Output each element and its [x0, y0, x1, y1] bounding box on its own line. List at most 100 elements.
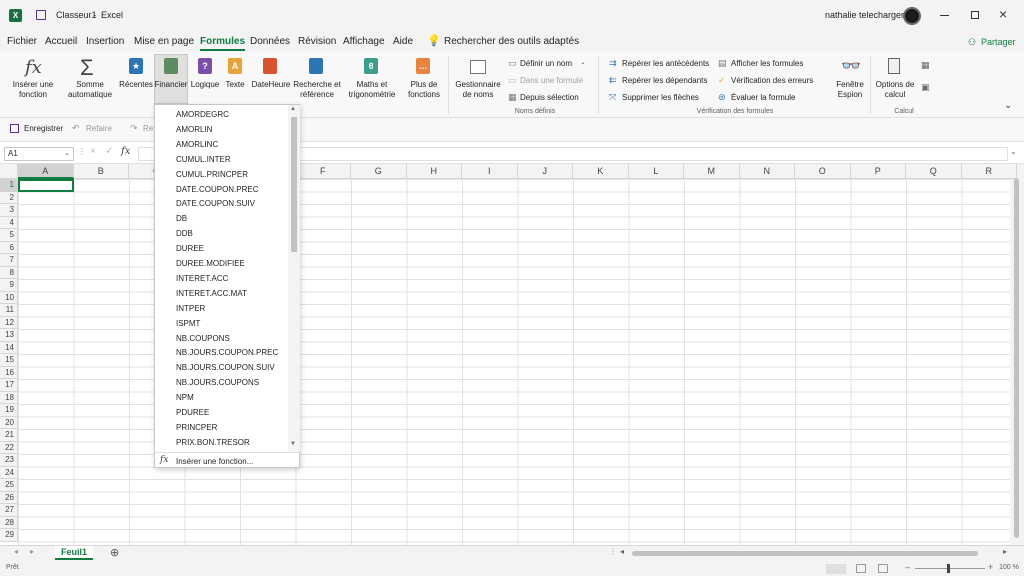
create-from-selection-button[interactable]: Depuis sélection — [520, 93, 579, 102]
insert-function-item[interactable]: Insérer une fonction... — [176, 457, 253, 466]
row-header-3[interactable]: 3 — [0, 204, 18, 217]
column-header-f[interactable]: F — [295, 164, 351, 179]
vertical-scrollbar-thumb[interactable] — [1014, 178, 1019, 538]
row-header-2[interactable]: 2 — [0, 191, 18, 204]
financial-button[interactable]: Financier — [154, 80, 188, 90]
define-name-button[interactable]: Définir un nom — [520, 59, 572, 68]
function-item[interactable]: CUMUL.INTER — [176, 155, 231, 164]
row-header-18[interactable]: 18 — [0, 391, 18, 404]
column-header-n[interactable]: N — [739, 164, 795, 179]
row-header-10[interactable]: 10 — [0, 291, 18, 304]
row-header-15[interactable]: 15 — [0, 354, 18, 367]
expand-formula-icon[interactable]: ⌄ — [1010, 147, 1017, 156]
row-header-17[interactable]: 17 — [0, 379, 18, 392]
row-header-1[interactable]: 1 — [0, 179, 18, 192]
save-qat-icon[interactable] — [10, 124, 19, 133]
column-header-j[interactable]: J — [517, 164, 573, 179]
evaluate-formula-button[interactable]: Évaluer la formule — [731, 93, 795, 102]
row-header-6[interactable]: 6 — [0, 241, 18, 254]
undo-icon[interactable]: ↶ — [72, 123, 80, 134]
scroll-right-icon[interactable]: ▸ — [1003, 547, 1007, 556]
tab-mise-en-page[interactable]: Mise en page — [134, 36, 194, 47]
autosum-button[interactable]: Somme automatique — [60, 80, 120, 100]
column-header-i[interactable]: I — [462, 164, 518, 179]
use-in-formula-button[interactable]: Dans une formule — [520, 76, 583, 85]
function-item[interactable]: NB.COUPONS — [176, 334, 230, 343]
tab-fichier[interactable]: Fichier — [7, 36, 37, 47]
recent-button[interactable]: Récentes — [116, 80, 156, 90]
next-sheet-icon[interactable]: ▸ — [30, 547, 34, 556]
scroll-down-icon[interactable]: ▼ — [290, 441, 296, 447]
add-sheet-icon[interactable]: ⊕ — [110, 546, 119, 559]
row-header-19[interactable]: 19 — [0, 404, 18, 417]
column-header-l[interactable]: L — [628, 164, 684, 179]
row-header-27[interactable]: 27 — [0, 504, 18, 517]
more-functions-button[interactable]: Plus de fonctions — [402, 80, 446, 100]
function-item[interactable]: INTPER — [176, 304, 205, 313]
cancel-icon[interactable]: × — [90, 146, 96, 157]
function-item[interactable]: DUREE.MODIFIEE — [176, 259, 245, 268]
function-item[interactable]: DDB — [176, 229, 193, 238]
column-header-k[interactable]: K — [573, 164, 629, 179]
datetime-button[interactable]: DateHeure — [250, 80, 292, 90]
collapse-ribbon-icon[interactable]: ⌄ — [1004, 100, 1012, 111]
error-checking-button[interactable]: Vérification des erreurs — [731, 76, 813, 85]
column-header-h[interactable]: H — [406, 164, 462, 179]
column-header-o[interactable]: O — [795, 164, 851, 179]
share-button[interactable]: Partager — [981, 37, 1016, 47]
row-header-5[interactable]: 5 — [0, 229, 18, 242]
row-header-28[interactable]: 28 — [0, 516, 18, 529]
logical-button[interactable]: Logique — [188, 80, 222, 90]
trace-precedents-button[interactable]: Repérer les antécédents — [622, 59, 709, 68]
row-header-21[interactable]: 21 — [0, 429, 18, 442]
zoom-slider-thumb[interactable] — [947, 564, 950, 573]
row-header-14[interactable]: 14 — [0, 341, 18, 354]
text-button[interactable]: Texte — [220, 80, 250, 90]
function-item[interactable]: NB.JOURS.COUPON.SUIV — [176, 363, 275, 372]
zoom-slider[interactable] — [915, 568, 985, 569]
function-item[interactable]: NB.JOURS.COUPONS — [176, 378, 259, 387]
function-item[interactable]: AMORDEGRC — [176, 110, 229, 119]
math-button[interactable]: Maths et trigonométrie — [341, 80, 403, 100]
dropdown-scrollbar-thumb[interactable] — [291, 117, 297, 252]
zoom-in-icon[interactable]: + — [988, 562, 993, 572]
row-header-22[interactable]: 22 — [0, 441, 18, 454]
row-header-11[interactable]: 11 — [0, 304, 18, 317]
function-item[interactable]: INTERET.ACC — [176, 274, 228, 283]
zoom-level[interactable]: 100 % — [999, 564, 1019, 571]
column-header-a[interactable]: A — [18, 164, 74, 179]
name-manager-button[interactable]: Gestionnaire de noms — [452, 80, 504, 100]
function-item[interactable]: DATE.COUPON.SUIV — [176, 199, 255, 208]
tab-donnees[interactable]: Données — [250, 36, 290, 47]
name-box[interactable]: A1 ⌄ — [4, 147, 74, 161]
calc-options-button[interactable]: Options de calcul — [873, 80, 917, 100]
function-item[interactable]: NB.JOURS.COUPON.PREC — [176, 348, 278, 357]
zoom-out-icon[interactable]: – — [905, 562, 910, 572]
function-item[interactable]: CUMUL.PRINCPER — [176, 170, 248, 179]
minimize-icon[interactable] — [940, 15, 949, 16]
column-header-r[interactable]: R — [961, 164, 1017, 179]
row-header-26[interactable]: 26 — [0, 491, 18, 504]
undo-button[interactable]: Refaire — [86, 124, 112, 133]
sheet-tab-feuil1[interactable]: Feuil1 — [55, 546, 93, 560]
row-header-16[interactable]: 16 — [0, 366, 18, 379]
row-header-29[interactable]: 29 — [0, 529, 18, 542]
active-cell[interactable] — [18, 179, 74, 192]
lookup-button[interactable]: Recherche et référence — [292, 80, 342, 100]
redo-icon[interactable]: ↷ — [130, 123, 138, 134]
calc-sheet-icon[interactable]: ▣ — [921, 82, 930, 93]
function-item[interactable]: INTERET.ACC.MAT — [176, 289, 247, 298]
column-header-p[interactable]: P — [850, 164, 906, 179]
column-header-b[interactable]: B — [73, 164, 129, 179]
search-tools[interactable]: Rechercher des outils adaptés — [444, 36, 579, 47]
page-layout-icon[interactable] — [856, 564, 866, 573]
prev-sheet-icon[interactable]: ◂ — [14, 547, 18, 556]
row-header-7[interactable]: 7 — [0, 254, 18, 267]
financial-functions-dropdown[interactable]: AMORDEGRC AMORLIN AMORLINC CUMUL.INTER CUMUL… — [154, 104, 300, 468]
column-header-m[interactable]: M — [684, 164, 740, 179]
horizontal-scrollbar-thumb[interactable] — [632, 551, 978, 556]
save-icon[interactable] — [36, 10, 46, 20]
tab-formules[interactable]: Formules — [200, 36, 246, 51]
user-name[interactable]: nathalie telecharger — [825, 10, 904, 20]
function-item[interactable]: AMORLINC — [176, 140, 218, 149]
